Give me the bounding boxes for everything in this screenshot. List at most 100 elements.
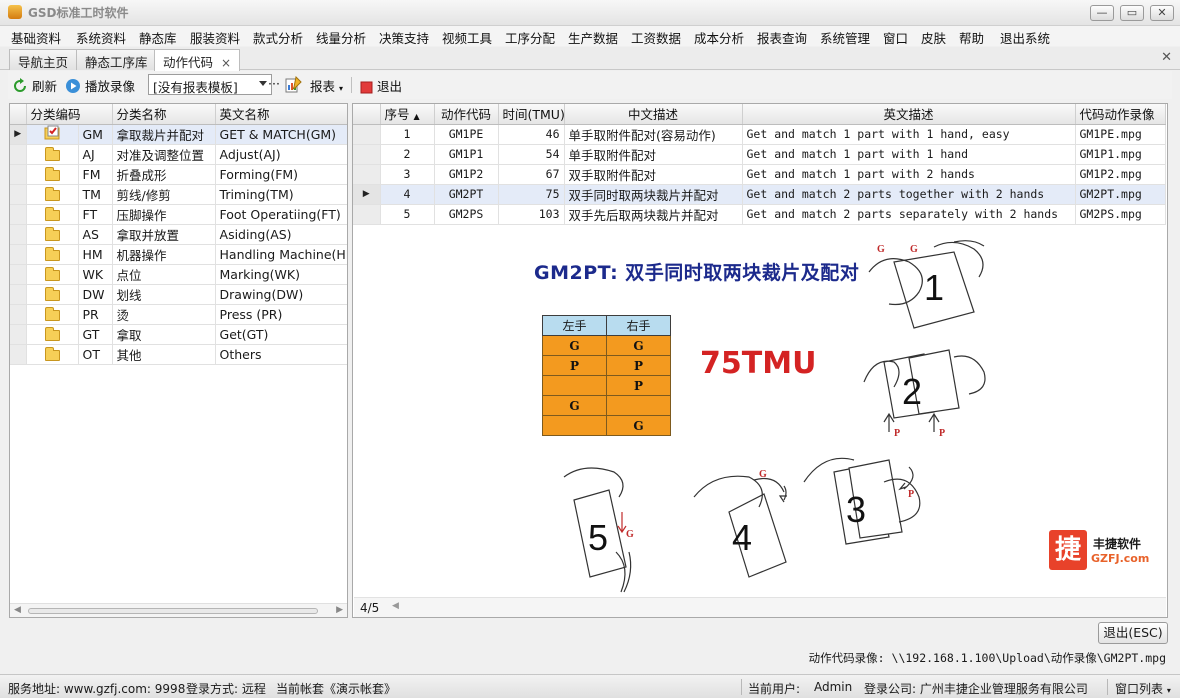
action-row[interactable]: 1 GM1PE 46 单手取附件配对(容易动作) Get and match 1 par… <box>353 124 1166 145</box>
logo-name: 丰捷软件 <box>1093 537 1142 551</box>
scroll-left-icon[interactable]: ◀ <box>392 601 399 611</box>
window-list-button[interactable]: 窗口列表 ▾ <box>1115 680 1171 697</box>
menu-item[interactable]: 退出系统 <box>1000 28 1050 47</box>
tab-close-icon[interactable]: × <box>221 56 231 70</box>
action-code: GM2PT <box>434 184 499 205</box>
stop-icon <box>360 81 373 94</box>
menu-item[interactable]: 报表查询 <box>757 28 807 47</box>
en-description: Get and match 2 parts together with 2 ha… <box>742 184 1076 205</box>
row-no: 1 <box>380 124 435 145</box>
report-template-select[interactable]: [没有报表模板] <box>148 74 272 95</box>
action-row[interactable]: 3 GM1P2 67 双手取附件配对 Get and match 1 part with… <box>353 164 1166 185</box>
folder-icon <box>26 244 79 265</box>
sort-asc-icon: ▲ <box>413 112 420 122</box>
maximize-button[interactable]: ▭ <box>1120 5 1144 21</box>
row-indicator <box>10 284 27 305</box>
minimize-button[interactable]: — <box>1090 5 1114 21</box>
menu-item[interactable]: 帮助 <box>959 28 984 47</box>
row-indicator <box>353 124 381 145</box>
menu-item[interactable]: 系统资料 <box>76 28 126 47</box>
close-button[interactable]: ✕ <box>1150 5 1174 21</box>
col-header-code[interactable]: 分类编码 <box>26 104 113 125</box>
menu-item[interactable]: 静态库 <box>139 28 177 47</box>
menu-item[interactable]: 款式分析 <box>253 28 303 47</box>
report-designer-icon[interactable] <box>285 76 303 93</box>
col-header-no-label: 序号 <box>384 107 410 123</box>
col-header-cn-desc[interactable]: 中文描述 <box>564 104 743 125</box>
menu-item[interactable]: 生产数据 <box>568 28 618 47</box>
tab-home[interactable]: 导航主页 <box>9 49 78 70</box>
action-code: GM1P2 <box>434 164 499 185</box>
category-row[interactable]: ▶ GM 拿取裁片并配对 GET & MATCH(GM) <box>10 124 347 145</box>
col-header-video[interactable]: 代码动作录像 <box>1075 104 1166 125</box>
menu-item[interactable]: 线量分析 <box>316 28 366 47</box>
menu-item[interactable]: 服装资料 <box>190 28 240 47</box>
col-header-english[interactable]: 英文名称 <box>215 104 347 125</box>
category-row[interactable]: WK 点位 Marking(WK) <box>10 264 347 285</box>
row-indicator <box>10 184 27 205</box>
menu-item[interactable]: 系统管理 <box>820 28 870 47</box>
refresh-button[interactable]: 刷新 <box>12 76 57 95</box>
row-indicator <box>10 224 27 245</box>
col-header-no[interactable]: 序号 ▲ <box>380 104 435 125</box>
menu-item[interactable]: 窗口 <box>883 28 908 47</box>
video-file: GM1P2.mpg <box>1075 164 1166 185</box>
col-header-name[interactable]: 分类名称 <box>112 104 216 125</box>
scroll-thumb[interactable] <box>28 608 318 614</box>
category-english: GET & MATCH(GM) <box>215 124 347 145</box>
category-name: 划线 <box>112 284 216 305</box>
scroll-left-icon[interactable]: ◀ <box>14 605 21 615</box>
report-label: 报表 <box>310 79 336 94</box>
report-template-value: [没有报表模板] <box>153 80 238 95</box>
tmu-value: 46 <box>498 124 565 145</box>
menu-item[interactable]: 工序分配 <box>505 28 555 47</box>
col-header-code[interactable]: 动作代码 <box>434 104 499 125</box>
more-button[interactable]: ··· <box>268 76 280 91</box>
horizontal-scrollbar[interactable]: ◀ ▶ <box>10 603 347 617</box>
category-row[interactable]: GT 拿取 Get(GT) <box>10 324 347 345</box>
action-row-selected[interactable]: ▶ 4 GM2PT 75 双手同时取两块裁片并配对 Get and match 2 par… <box>353 184 1166 205</box>
category-code: FM <box>78 164 113 185</box>
action-row[interactable]: 5 GM2PS 103 双手先后取两块裁片并配对 Get and match 2 par… <box>353 204 1166 225</box>
exit-toolbar-button[interactable]: 退出 <box>360 76 402 95</box>
login-company: 登录公司: 广州丰捷企业管理服务有限公司 <box>864 682 1088 696</box>
toolbar: 刷新 播放录像 [没有报表模板] ··· 报表 ▾ 退出 <box>8 71 1172 99</box>
category-row[interactable]: OT 其他 Others <box>10 344 347 365</box>
menu-item[interactable]: 工资数据 <box>631 28 681 47</box>
current-user-label: 当前用户: <box>748 682 801 696</box>
category-row[interactable]: AS 拿取并放置 Asiding(AS) <box>10 224 347 245</box>
close-all-tabs-icon[interactable]: ✕ <box>1161 50 1172 65</box>
menu-item[interactable]: 视频工具 <box>442 28 492 47</box>
category-code: AS <box>78 224 113 245</box>
current-row-arrow-icon: ▶ <box>10 124 27 145</box>
category-row[interactable]: PR 烫 Press (PR) <box>10 304 347 325</box>
category-english: Forming(FM) <box>215 164 347 185</box>
category-row[interactable]: DW 划线 Drawing(DW) <box>10 284 347 305</box>
row-indicator <box>10 244 27 265</box>
menu-item[interactable]: 决策支持 <box>379 28 429 47</box>
col-header-en-desc[interactable]: 英文描述 <box>742 104 1076 125</box>
report-menu-button[interactable]: 报表 ▾ <box>310 76 343 95</box>
grasp-mark: G <box>877 244 885 255</box>
menu-item[interactable]: 皮肤 <box>921 28 946 47</box>
hand-sketches: 1 2 3 4 5 G G P P G P G <box>563 240 986 593</box>
menu-item[interactable]: 成本分析 <box>694 28 744 47</box>
menu-item[interactable]: 基础资料 <box>11 28 61 47</box>
category-row[interactable]: HM机器操作Handling Machine(HM) <box>10 244 347 265</box>
category-row[interactable]: AJ 对准及调整位置 Adjust(AJ) <box>10 144 347 165</box>
tmu-value: 54 <box>498 144 565 165</box>
play-video-button[interactable]: 播放录像 <box>65 76 135 95</box>
folder-icon <box>26 344 79 365</box>
tab-action-code[interactable]: 动作代码 × <box>154 49 241 71</box>
col-header-tmu[interactable]: 时间(TMU) <box>498 104 565 125</box>
category-english: Asiding(AS) <box>215 224 347 245</box>
exit-esc-button[interactable]: 退出(ESC) <box>1098 622 1168 644</box>
category-row[interactable]: TM 剪线/修剪 Triming(TM) <box>10 184 347 205</box>
category-row[interactable]: FT 压脚操作 Foot Operatiing(FT) <box>10 204 347 225</box>
video-file: GM2PS.mpg <box>1075 204 1166 225</box>
category-code: AJ <box>78 144 113 165</box>
action-row[interactable]: 2 GM1P1 54 单手取附件配对 Get and match 1 part with… <box>353 144 1166 165</box>
category-row[interactable]: FM 折叠成形 Forming(FM) <box>10 164 347 185</box>
tab-static-process-library[interactable]: 静态工序库 <box>76 49 157 70</box>
scroll-right-icon[interactable]: ▶ <box>336 605 343 615</box>
